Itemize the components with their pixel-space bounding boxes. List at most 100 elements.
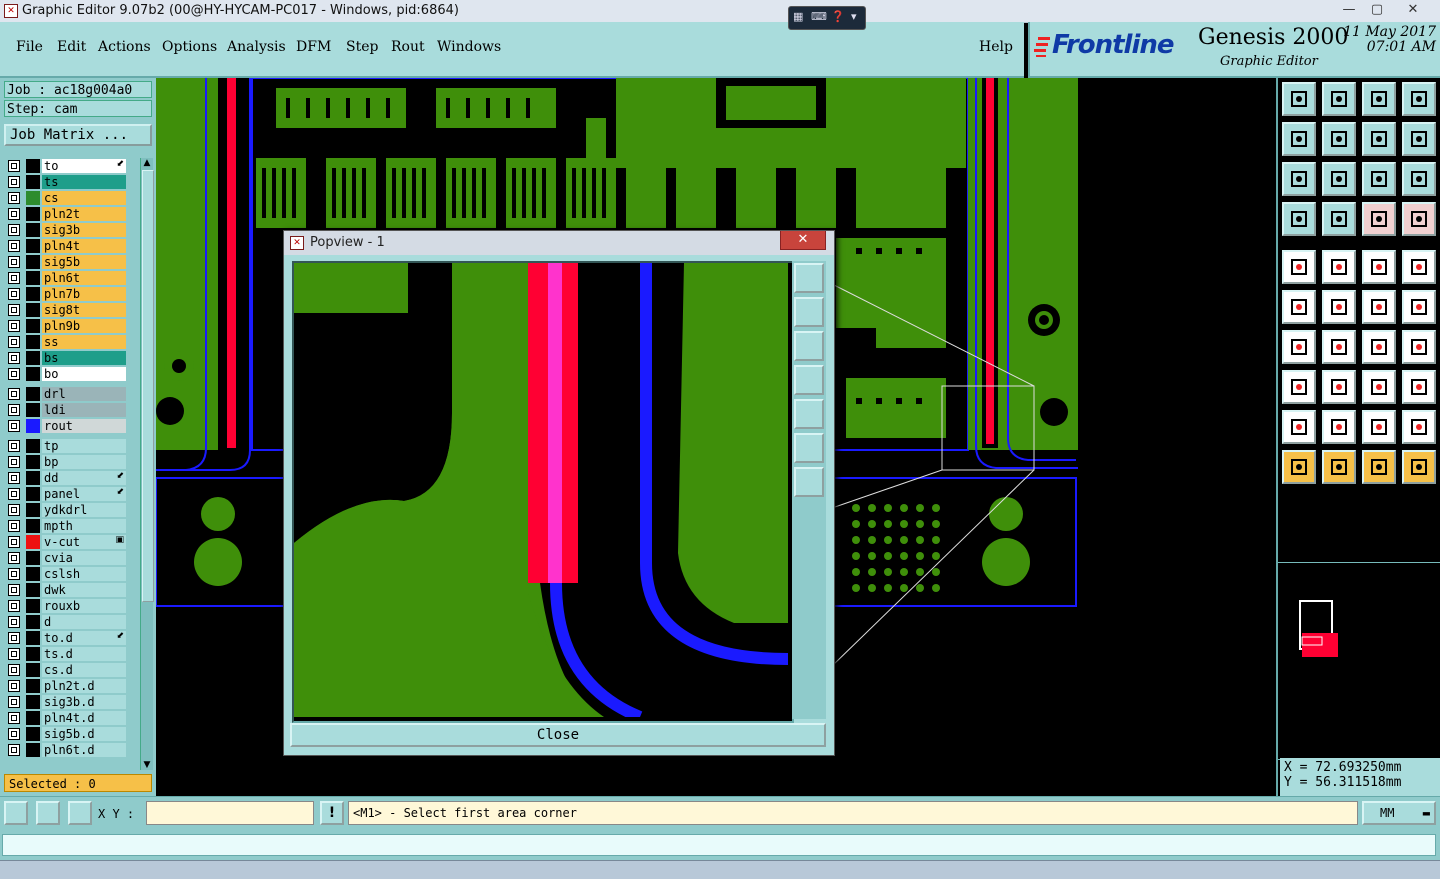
zoom-window-icon[interactable] — [1402, 82, 1436, 116]
menu-windows[interactable]: Windows — [437, 39, 501, 55]
layer-name[interactable]: pln4t.d — [42, 711, 126, 725]
layer-name[interactable]: pln2t.d — [42, 679, 126, 693]
layer-row[interactable]: sig3b.d — [4, 694, 140, 710]
layer-checkbox[interactable] — [8, 440, 20, 452]
layer-checkbox[interactable] — [8, 176, 20, 188]
layer-row[interactable]: panel ⬋ — [4, 486, 140, 502]
layer-name[interactable]: mpth — [42, 519, 126, 533]
layer-row[interactable]: dd ⬋ — [4, 470, 140, 486]
menu-help[interactable]: Help — [979, 39, 1013, 55]
close-window-button[interactable]: ✕ — [1400, 1, 1426, 19]
layer-name[interactable]: rouxb — [42, 599, 126, 613]
layer-checkbox[interactable] — [8, 664, 20, 676]
redraw-icon[interactable] — [1402, 122, 1436, 156]
layer-name[interactable]: bo — [42, 367, 126, 381]
measure-icon[interactable] — [36, 801, 60, 825]
zoom-house-icon[interactable] — [1362, 82, 1396, 116]
layer-name[interactable]: ydkdrl — [42, 503, 126, 517]
resize-icon[interactable] — [1362, 370, 1396, 404]
layer-name[interactable]: panel ⬋ — [42, 487, 126, 501]
layer-checkbox[interactable] — [8, 584, 20, 596]
layer-checkbox[interactable] — [8, 520, 20, 532]
minimize-button[interactable]: — — [1336, 1, 1362, 19]
select-box-icon[interactable] — [1322, 450, 1356, 484]
layer-row[interactable]: cvia — [4, 550, 140, 566]
layer-checkbox[interactable] — [8, 568, 20, 580]
menu-actions[interactable]: Actions — [98, 39, 151, 55]
popview-close-button[interactable]: Close — [290, 723, 826, 747]
grid-icon[interactable]: ▦ — [793, 10, 803, 23]
layer-checkbox[interactable] — [8, 600, 20, 612]
layer-name[interactable]: ts — [42, 175, 126, 189]
keyboard-icon[interactable]: ⌨ — [811, 10, 827, 23]
layer-row[interactable]: rouxb — [4, 598, 140, 614]
popview-pan-left-icon[interactable] — [794, 365, 824, 395]
layer-row[interactable]: to ⬋ — [4, 158, 140, 174]
layer-name[interactable]: bs — [42, 351, 126, 365]
pan-left-icon[interactable] — [1282, 122, 1316, 156]
layer-checkbox[interactable] — [8, 224, 20, 236]
measure-tool-icon[interactable] — [1322, 202, 1356, 236]
layer-name[interactable]: ts.d — [42, 647, 126, 661]
layer-row[interactable]: pln4t.d — [4, 710, 140, 726]
group-icon[interactable] — [1402, 370, 1436, 404]
layer-row[interactable]: cs — [4, 190, 140, 206]
select-circle-icon[interactable] — [1362, 450, 1396, 484]
layer-name[interactable]: d — [42, 615, 126, 629]
maximize-button[interactable]: ▢ — [1364, 1, 1390, 19]
scroll-up-icon[interactable]: ▲ — [142, 158, 152, 168]
triangle-arrow-icon[interactable] — [1362, 410, 1396, 444]
pan-right-icon[interactable] — [1322, 122, 1356, 156]
minus-line-icon[interactable] — [1322, 370, 1356, 404]
layer-row[interactable]: pln2t — [4, 206, 140, 222]
layer-checkbox[interactable] — [8, 320, 20, 332]
layer-name[interactable]: dd ⬋ — [42, 471, 126, 485]
layer-name[interactable]: sig3b — [42, 223, 126, 237]
layer-name[interactable]: pln2t — [42, 207, 126, 221]
floating-toolbar[interactable]: ▦ ⌨ ❓ ▾ — [788, 6, 866, 30]
connect-icon[interactable] — [1282, 290, 1316, 324]
layer-checkbox[interactable] — [8, 552, 20, 564]
layer-checkbox[interactable] — [8, 728, 20, 740]
layer-checkbox[interactable] — [8, 288, 20, 300]
popview-zoom-home-icon[interactable] — [794, 467, 824, 497]
layer-row[interactable]: pln4t — [4, 238, 140, 254]
layer-name[interactable]: rout — [42, 419, 126, 433]
popview-close-icon[interactable]: ✕ — [780, 231, 826, 250]
layer-checkbox[interactable] — [8, 256, 20, 268]
popview-pan-right-icon[interactable] — [794, 399, 824, 429]
layer-row[interactable]: ss — [4, 334, 140, 350]
layer-checkbox[interactable] — [8, 456, 20, 468]
line-node-alt-icon[interactable] — [1402, 290, 1436, 324]
layer-row[interactable]: sig3b — [4, 222, 140, 238]
layer-checkbox[interactable] — [8, 632, 20, 644]
layer-row[interactable]: ldi — [4, 402, 140, 418]
popview-title-bar[interactable]: ✕ Popview - 1 ✕ — [284, 231, 834, 255]
triangle-icon[interactable] — [1282, 410, 1316, 444]
layer-row[interactable]: rout — [4, 418, 140, 434]
triangle-up-icon[interactable] — [1322, 410, 1356, 444]
layer-checkbox[interactable] — [8, 272, 20, 284]
edit-line-icon[interactable] — [1322, 250, 1356, 284]
pointer-icon[interactable] — [1282, 450, 1316, 484]
layer-row[interactable]: pln7b — [4, 286, 140, 302]
layer-name[interactable]: pln7b — [42, 287, 126, 301]
zoom-center-icon[interactable] — [1322, 162, 1356, 196]
layer-row[interactable]: to.d ⬋ — [4, 630, 140, 646]
zoom-home-icon[interactable] — [1282, 82, 1316, 116]
layer-name[interactable]: to ⬋ — [42, 159, 126, 173]
layer-row[interactable]: ts — [4, 174, 140, 190]
alert-icon[interactable]: ! — [320, 801, 344, 825]
layer-name[interactable]: sig3b.d — [42, 695, 126, 709]
layer-row[interactable]: cslsh — [4, 566, 140, 582]
layer-row[interactable]: cs.d — [4, 662, 140, 678]
layer-name[interactable]: dwk — [42, 583, 126, 597]
menu-options[interactable]: Options — [162, 39, 217, 55]
layer-name[interactable]: cvia — [42, 551, 126, 565]
layer-tool-icon[interactable] — [1362, 202, 1396, 236]
layer-checkbox[interactable] — [8, 240, 20, 252]
popview-pan-down-icon[interactable] — [794, 331, 824, 361]
layer-name[interactable]: sig8t — [42, 303, 126, 317]
layer-checkbox[interactable] — [8, 536, 20, 548]
layer-checkbox[interactable] — [8, 420, 20, 432]
